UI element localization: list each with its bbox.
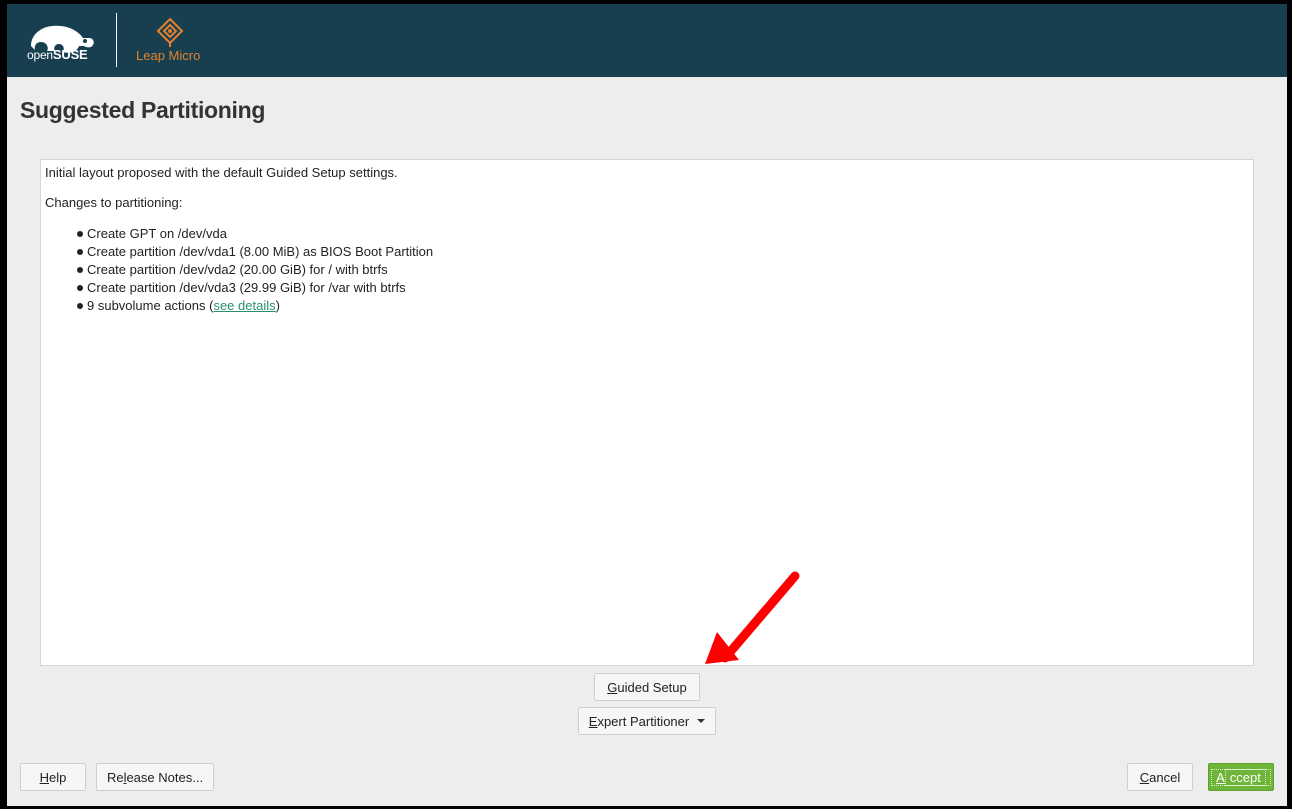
list-item-subvolumes: 9 subvolume actions (see details) <box>75 297 433 315</box>
leap-micro-diamond-icon <box>156 17 184 47</box>
opensuse-wordmark: openSUSE <box>27 47 88 62</box>
changes-list: Create GPT on /dev/vda Create partition … <box>75 225 433 315</box>
list-item: Create partition /dev/vda3 (29.99 GiB) f… <box>75 279 433 297</box>
bullet-icon <box>77 231 83 237</box>
help-button[interactable]: Help <box>20 763 86 791</box>
bullet-icon <box>77 249 83 255</box>
product-label: Leap Micro <box>136 48 201 63</box>
header-bar: openSUSE Leap Micro <box>7 4 1287 77</box>
release-notes-button[interactable]: Re l ease Notes... <box>96 763 214 791</box>
bullet-icon <box>77 267 83 273</box>
page-title: Suggested Partitioning <box>20 97 266 123</box>
list-item: Create partition /dev/vda2 (20.00 GiB) f… <box>75 261 433 279</box>
see-details-link[interactable]: see details <box>213 297 275 315</box>
guided-setup-button[interactable]: Guided Setup <box>594 673 700 701</box>
expert-partitioner-menu-button[interactable]: Expert Partitioner <box>578 707 716 735</box>
header-divider <box>116 13 117 67</box>
changes-heading: Changes to partitioning: <box>45 195 183 210</box>
list-item: Create GPT on /dev/vda <box>75 225 433 243</box>
installer-window: openSUSE Leap Micro Suggested Partitioni… <box>7 4 1287 806</box>
chevron-down-icon <box>697 719 706 723</box>
bullet-icon <box>77 303 83 309</box>
proposal-intro: Initial layout proposed with the default… <box>45 165 398 180</box>
list-item: Create partition /dev/vda1 (8.00 MiB) as… <box>75 243 433 261</box>
cancel-button[interactable]: Cancel <box>1127 763 1193 791</box>
accept-button[interactable]: Accept <box>1208 763 1274 791</box>
bullet-icon <box>77 285 83 291</box>
proposal-summary-panel: Initial layout proposed with the default… <box>40 159 1254 666</box>
